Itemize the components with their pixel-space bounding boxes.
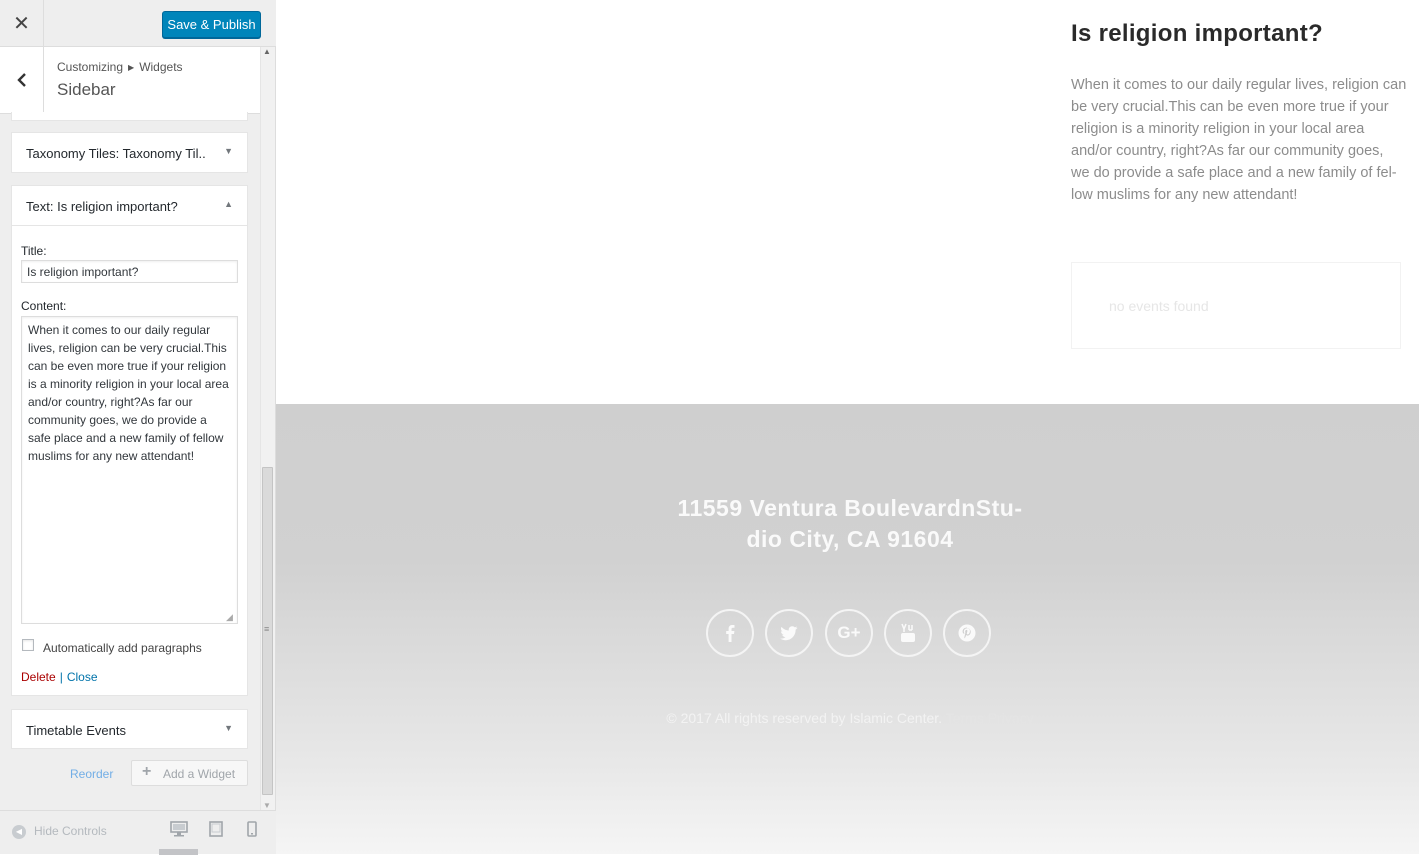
events-empty-message: no events found — [1109, 298, 1209, 314]
chevron-left-icon — [16, 73, 26, 87]
widget-text-line: religion is a minority religion in your … — [1071, 121, 1365, 137]
hide-controls-button[interactable]: ◀ Hide Controls — [12, 824, 107, 839]
title-input[interactable] — [21, 260, 238, 283]
hide-controls-label: Hide Controls — [34, 824, 107, 838]
title-label: Title: — [21, 244, 47, 258]
widget-header[interactable]: Timetable Events ▼ — [12, 710, 247, 749]
twitter-link[interactable] — [765, 609, 813, 657]
desktop-icon — [170, 821, 188, 837]
device-desktop-button[interactable] — [170, 821, 190, 841]
copyright-text: © 2017 All rights reserved by Islamic Ce… — [666, 710, 943, 726]
pinterest-icon — [958, 624, 976, 642]
plus-icon: + — [142, 763, 152, 780]
back-button[interactable] — [0, 47, 44, 113]
widget-title: Taxonomy Tiles: Taxonomy Til... — [26, 146, 206, 161]
scroll-grip-icon: ≡ — [264, 624, 269, 634]
facebook-icon — [726, 625, 735, 642]
save-publish-button[interactable]: Save & Publish — [162, 11, 261, 38]
device-mobile-button[interactable] — [246, 821, 266, 841]
content-textarea[interactable]: When it comes to our daily regular lives… — [21, 316, 238, 624]
content-label: Content: — [21, 299, 67, 313]
collapse-arrow-icon[interactable]: ▲ — [224, 199, 233, 209]
widget-partial — [11, 112, 248, 121]
reorder-link[interactable]: Reorder — [70, 767, 113, 781]
privacy-link[interactable]: Privacy — [988, 710, 1034, 726]
pinterest-link[interactable] — [943, 609, 991, 657]
address-line: 11559 Ventura BoulevardnStu- — [677, 495, 1023, 521]
widget-text-line: be very crucial.This can be even more tr… — [1071, 99, 1389, 115]
breadcrumb: Customizing ▶ Widgets — [57, 60, 183, 74]
resize-handle-icon[interactable]: ◢ — [226, 612, 233, 623]
widget-title: Text: Is religion important? — [26, 199, 178, 214]
terms-link[interactable]: Terms — [946, 710, 984, 726]
site-footer: 11559 Ventura BoulevardnStu- dio City, C… — [276, 404, 1419, 854]
widget-actions: Delete | Close — [21, 670, 98, 684]
widget-taxonomy-tiles[interactable]: Taxonomy Tiles: Taxonomy Til... ▼ — [11, 132, 248, 173]
google-plus-link[interactable]: G+ — [825, 609, 873, 657]
delete-link[interactable]: Delete — [21, 670, 56, 684]
events-widget: no events found — [1071, 262, 1401, 349]
social-links: G+ — [706, 609, 996, 659]
footer-address: 11559 Ventura BoulevardnStu- dio City, C… — [276, 493, 1419, 555]
auto-paragraphs-checkbox[interactable] — [22, 639, 34, 651]
tablet-icon — [209, 821, 223, 837]
active-device-indicator — [159, 849, 198, 855]
youtube-icon — [901, 623, 915, 642]
mobile-icon — [247, 821, 257, 837]
widget-text-line: we do provide a safe place and a new fam… — [1071, 165, 1397, 181]
device-tablet-button[interactable] — [208, 821, 228, 841]
site-preview: Is religion important? When it comes to … — [276, 0, 1419, 854]
google-plus-icon: G+ — [837, 623, 861, 642]
customizer-header: ✕ Save & Publish — [0, 0, 276, 47]
customizer-panel: ✕ Save & Publish Customizing ▶ Widgets Sid… — [0, 0, 276, 855]
widget-header[interactable]: Taxonomy Tiles: Taxonomy Til... ▼ — [12, 133, 247, 172]
scroll-down-arrow-icon[interactable]: ▼ — [263, 801, 271, 810]
sidebar-widget-text: When it comes to our daily regular lives… — [1071, 74, 1407, 206]
sidebar-widget-heading: Is religion important? — [1071, 20, 1323, 47]
widget-name: Is religion important? — [57, 199, 178, 214]
widget-timetable-events[interactable]: Timetable Events ▼ — [11, 709, 248, 749]
expand-arrow-icon[interactable]: ▼ — [224, 146, 233, 156]
copyright: © 2017 All rights reserved by Islamic Ce… — [276, 710, 1419, 726]
panel-scrollbar[interactable]: ▲ ≡ ▼ — [260, 47, 275, 810]
close-customizer-button[interactable]: ✕ — [0, 0, 44, 47]
address-line: dio City, CA 91604 — [746, 526, 954, 552]
collapse-circle-icon: ◀ — [12, 824, 26, 839]
widget-name: Taxonomy Til... — [122, 146, 206, 161]
breadcrumb-separator-icon: ▶ — [128, 63, 135, 72]
widget-text: Text: Is religion important? ▲ Title: Co… — [11, 185, 248, 696]
auto-paragraphs-label: Automatically add paragraphs — [43, 641, 202, 655]
widget-title: Timetable Events — [26, 723, 126, 738]
scroll-thumb[interactable]: ≡ — [262, 467, 273, 795]
twitter-icon — [780, 625, 798, 640]
breadcrumb-customizing: Customizing — [57, 60, 124, 74]
expand-arrow-icon[interactable]: ▼ — [224, 723, 233, 733]
facebook-link[interactable] — [706, 609, 754, 657]
widget-type: Taxonomy Tiles: — [26, 146, 120, 161]
add-widget-button[interactable]: + Add a Widget — [131, 760, 248, 786]
widget-text-line: low muslims for any new attendant! — [1071, 187, 1298, 203]
close-link[interactable]: Close — [67, 670, 98, 684]
add-widget-label: Add a Widget — [163, 767, 236, 781]
widget-type: Text: — [26, 199, 54, 214]
actions-separator: | — [59, 670, 63, 684]
widget-text-line: When it comes to our daily regular lives… — [1071, 77, 1407, 93]
section-header: Customizing ▶ Widgets Sidebar — [0, 47, 260, 114]
section-title: Sidebar — [57, 80, 116, 99]
breadcrumb-widgets: Widgets — [139, 60, 183, 74]
widget-header[interactable]: Text: Is religion important? ▲ — [12, 186, 247, 226]
scroll-up-arrow-icon[interactable]: ▲ — [263, 47, 271, 56]
youtube-link[interactable] — [884, 609, 932, 657]
widget-text-line: and/or country, right?As far our communi… — [1071, 143, 1384, 159]
close-icon: ✕ — [13, 13, 30, 35]
customizer-footer: ◀ Hide Controls — [0, 810, 276, 855]
